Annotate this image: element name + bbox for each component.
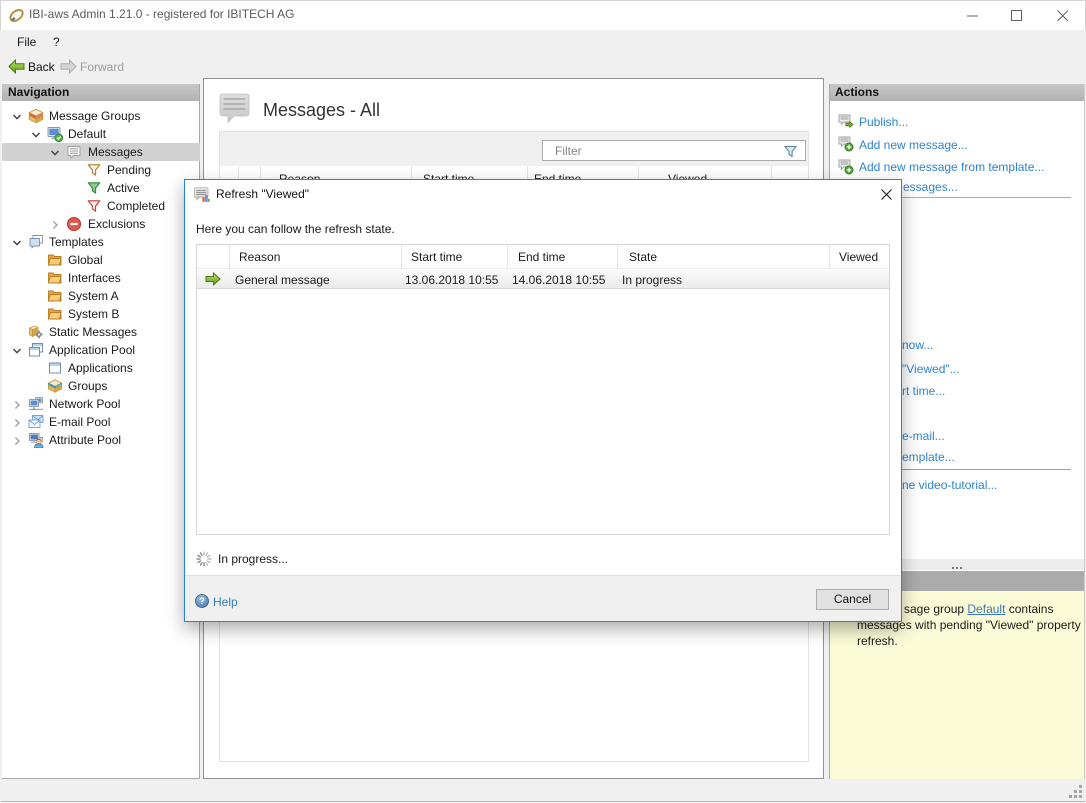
svg-text:?: ?: [199, 596, 205, 607]
